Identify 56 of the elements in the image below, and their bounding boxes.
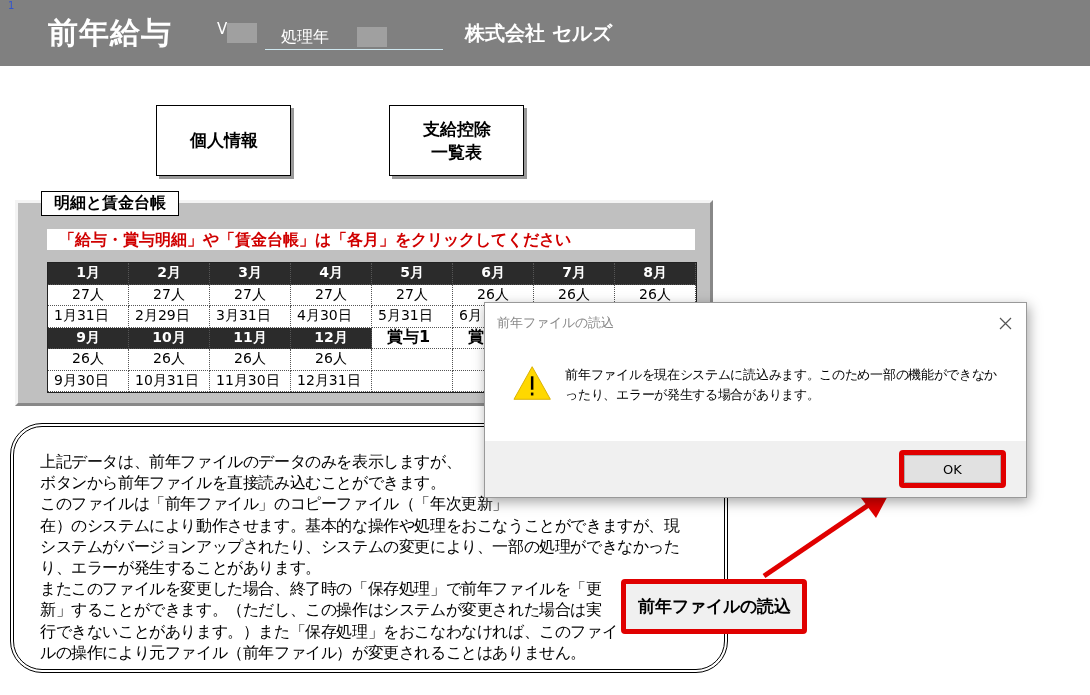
redacted-block [357, 27, 388, 47]
notice-text: 新」することができます。（ただし、この操作はシステムが変更された場合は実 [40, 600, 602, 622]
table-cell: 5月31日 [372, 306, 453, 328]
notice-text: 上記データは、前年ファイルのデータのみを表示しますが、 [40, 452, 462, 473]
month-header-cell[interactable]: 9月 [48, 327, 129, 349]
ok-button[interactable]: OK [904, 455, 1001, 483]
app-title: 前年給与 [48, 13, 172, 52]
company-name: 株式会社 セルズ [465, 19, 613, 47]
month-header-cell[interactable]: 6月 [453, 263, 534, 285]
table-cell: 2月29日 [129, 306, 210, 328]
version-label: V [217, 20, 228, 38]
warning-icon [513, 365, 552, 401]
table-cell: 27人 [129, 284, 210, 306]
year-field[interactable]: 処理年 [265, 26, 444, 50]
notice-text: 行できないことがあります。）また「保存処理」をおこなわなければ、このファイ [40, 621, 618, 643]
table-cell: 10月31日 [129, 370, 210, 392]
notice-text: 在）のシステムにより動作させます。基本的な操作や処理をおこなうことができますが、現 [40, 515, 680, 537]
notice-text: ボタンから前年ファイルを直接読み込むことができます。 [40, 473, 446, 495]
table-cell: 27人 [372, 284, 453, 306]
notice-text: システムがバージョンアップされたり、システムの変更により、一部の処理ができなかった [40, 536, 680, 558]
month-header-cell[interactable]: 1月 [48, 263, 129, 285]
table-cell: 27人 [291, 284, 372, 306]
table-cell: 11月30日 [210, 370, 291, 392]
notice-text: ルの操作により元ファイル（前年ファイル）が変更されることはありません。 [40, 642, 586, 664]
table-cell: 27人 [48, 284, 129, 306]
instruction-text: 「給与・賞与明細」や「賃金台帳」は「各月」をクリックしてください [47, 229, 695, 250]
month-header-cell[interactable]: 4月 [291, 263, 372, 285]
month-header-cell[interactable]: 3月 [210, 263, 291, 285]
month-header-cell[interactable]: 7月 [534, 263, 615, 285]
month-header-cell[interactable]: 10月 [129, 327, 210, 349]
table-cell: 26人 [129, 349, 210, 371]
table-cell: 4月30日 [291, 306, 372, 328]
menu-button[interactable]: 個人情報 [156, 105, 291, 176]
month-header-cell[interactable]: 2月 [129, 263, 210, 285]
redacted-block [227, 23, 258, 43]
table-cell: 27人 [210, 284, 291, 306]
notice-text: またこのファイルを変更した場合、終了時の「保存処理」で前年ファイルを「更 [40, 579, 602, 601]
table-cell: 1月31日 [48, 306, 129, 328]
table-cell: 9月30日 [48, 370, 129, 392]
month-header-cell[interactable]: 12月 [291, 327, 372, 349]
table-cell: 3月31日 [210, 306, 291, 328]
load-file-button[interactable]: 前年ファイルの読込 [626, 584, 802, 629]
menu-button[interactable]: 支給控除 一覧表 [389, 105, 524, 176]
row-number: 1 [8, 0, 15, 11]
month-header-cell[interactable]: 8月 [615, 263, 696, 285]
notice-text: り、エラーが発生することがあります。 [40, 558, 321, 579]
table-cell: 12月31日 [291, 370, 372, 392]
table-cell: 26人 [210, 349, 291, 371]
table-cell: 26人 [48, 349, 129, 371]
month-header-cell[interactable]: 5月 [372, 263, 453, 285]
table-cell: 26人 [291, 349, 372, 371]
month-header-cell[interactable]: 賞与1 [372, 327, 453, 349]
dialog-message: 前年ファイルを現在システムに読込みます。このため一部の機能ができなかったり、エラーが発生する場合があります。 [565, 366, 999, 404]
group-title: 明細と賃金台帳 [41, 191, 179, 216]
close-icon[interactable] [999, 316, 1012, 330]
month-header-cell[interactable]: 11月 [210, 327, 291, 349]
